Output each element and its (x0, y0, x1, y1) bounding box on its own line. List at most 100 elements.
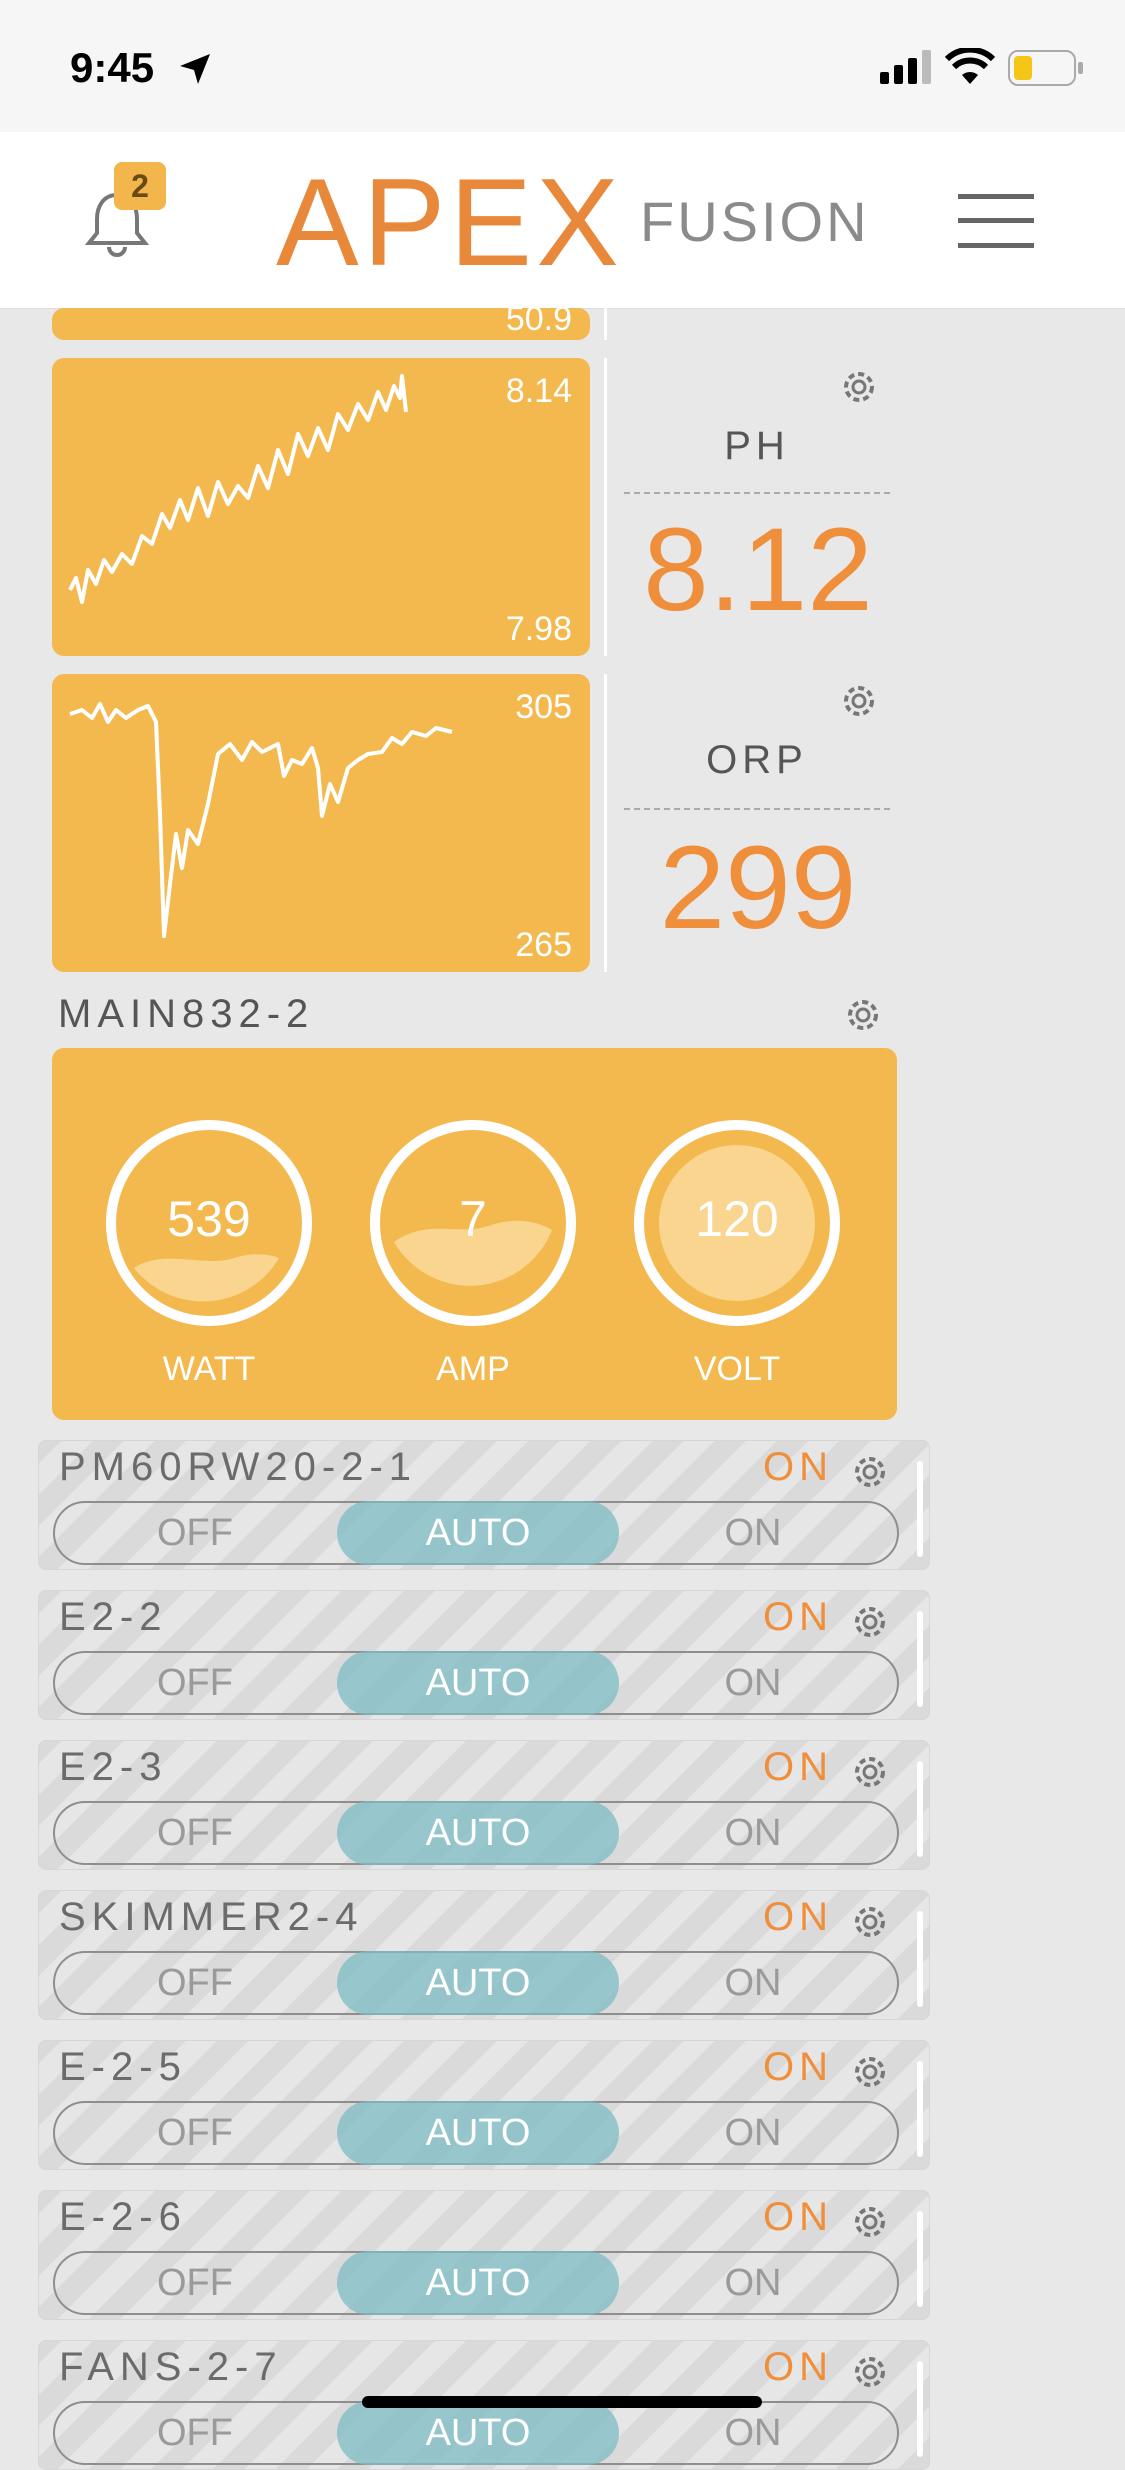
outlet-name: PM60RW20-2-1 (59, 1445, 418, 1489)
ph-divider (624, 492, 890, 494)
outlet-name: E2-3 (59, 1745, 168, 1789)
outlet-state: ON (763, 1445, 833, 1489)
outlet-name: E-2-5 (59, 2045, 187, 2089)
outlet-row: E-2-6 ON OFF AUTO ON (38, 2190, 930, 2320)
volt-gauge: 120 (632, 1118, 842, 1328)
outlet-mode-switch[interactable]: OFF AUTO ON (53, 1801, 899, 1865)
mode-on-option[interactable]: ON (673, 2251, 833, 2315)
outlet-scroll-handle (917, 2211, 923, 2307)
watt-value: 539 (167, 1191, 251, 1247)
mode-auto-option[interactable]: AUTO (337, 1651, 619, 1715)
mode-on-option[interactable]: ON (673, 1651, 833, 1715)
outlet-name: E2-2 (59, 1595, 168, 1639)
orp-trend-line (69, 702, 453, 938)
logo-fusion: FUSION (640, 190, 870, 253)
amp-label: AMP (436, 1350, 510, 1388)
mode-auto-option[interactable]: AUTO (337, 1951, 619, 2015)
logo-apex: APEX (276, 154, 623, 292)
outlet-row: E-2-5 ON OFF AUTO ON (38, 2040, 930, 2170)
volt-value: 120 (695, 1191, 779, 1247)
mode-on-option[interactable]: ON (673, 2101, 833, 2165)
outlet-scroll-handle (917, 1461, 923, 1557)
mode-auto-option[interactable]: AUTO (337, 2101, 619, 2165)
mode-off-option[interactable]: OFF (115, 1651, 275, 1715)
volt-label: VOLT (693, 1350, 781, 1388)
mode-off-option[interactable]: OFF (115, 2401, 275, 2465)
outlet-state: ON (763, 2045, 833, 2089)
outlet-settings-gear-icon[interactable] (849, 2201, 891, 2248)
wifi-icon (945, 48, 995, 84)
mode-on-option[interactable]: ON (673, 1951, 833, 2015)
outlet-settings-gear-icon[interactable] (849, 2051, 891, 2098)
outlet-name: E-2-6 (59, 2195, 187, 2239)
mode-on-option[interactable]: ON (673, 1801, 833, 1865)
outlet-mode-switch[interactable]: OFF AUTO ON (53, 1651, 899, 1715)
location-arrow-icon (180, 54, 210, 84)
ph-probe-value: 8.12 (643, 504, 873, 636)
mode-auto-option[interactable]: AUTO (337, 2251, 619, 2315)
ph-probe-name: PH (724, 424, 790, 468)
cellular-signal-icon (880, 50, 931, 84)
mode-auto-option[interactable]: AUTO (337, 1801, 619, 1865)
outlet-scroll-handle (917, 1911, 923, 2007)
orp-settings-gear-icon[interactable] (838, 680, 880, 722)
amp-value: 7 (459, 1191, 487, 1247)
energy-panel[interactable]: 539 WATT 7 AMP 120 VOLT (52, 1048, 897, 1420)
outlet-settings-gear-icon[interactable] (849, 2351, 891, 2398)
ph-settings-gear-icon[interactable] (838, 366, 880, 408)
mode-off-option[interactable]: OFF (115, 1801, 275, 1865)
divider (604, 358, 607, 656)
outlet-mode-switch[interactable]: OFF AUTO ON (53, 2251, 899, 2315)
outlet-state: ON (763, 1895, 833, 1939)
divider (604, 308, 607, 340)
watt-label: WATT (162, 1350, 256, 1388)
amp-gauge: 7 (368, 1118, 578, 1328)
energy-settings-gear-icon[interactable] (842, 994, 884, 1036)
energy-section-title: MAIN832-2 (58, 992, 315, 1036)
divider (604, 674, 607, 972)
outlet-scroll-handle (917, 2361, 923, 2457)
orp-probe-value: 299 (659, 822, 857, 954)
status-time: 9:45 (70, 44, 155, 91)
outlet-scroll-handle (917, 1761, 923, 1857)
mode-on-option[interactable]: ON (673, 2401, 833, 2465)
ph-trend-line (68, 374, 408, 604)
mode-auto-option[interactable]: AUTO (337, 2401, 619, 2465)
outlet-mode-switch[interactable]: OFF AUTO ON (53, 2101, 899, 2165)
ph-chart-tile[interactable]: 8.14 7.98 (52, 358, 590, 656)
outlet-state: ON (763, 2345, 833, 2389)
mode-off-option[interactable]: OFF (115, 2251, 275, 2315)
outlet-scroll-handle (917, 1611, 923, 1707)
mode-auto-option[interactable]: AUTO (337, 1501, 619, 1565)
battery-icon (1008, 50, 1083, 86)
watt-gauge: 539 (104, 1118, 314, 1328)
mode-on-option[interactable]: ON (673, 1501, 833, 1565)
mode-off-option[interactable]: OFF (115, 1501, 275, 1565)
outlet-settings-gear-icon[interactable] (849, 1451, 891, 1498)
outlet-mode-switch[interactable]: OFF AUTO ON (53, 1951, 899, 2015)
outlet-scroll-handle (917, 2061, 923, 2157)
home-indicator[interactable] (362, 2396, 762, 2408)
outlet-name: FANS-2-7 (59, 2345, 283, 2389)
notification-badge[interactable]: 2 (114, 162, 166, 210)
outlet-row: PM60RW20-2-1 ON OFF AUTO ON (38, 1440, 930, 1570)
outlet-row: SKIMMER2-4 ON OFF AUTO ON (38, 1890, 930, 2020)
outlet-mode-switch[interactable]: OFF AUTO ON (53, 1501, 899, 1565)
hamburger-menu-icon[interactable] (958, 192, 1034, 252)
outlet-state: ON (763, 1595, 833, 1639)
partial-probe-tile[interactable]: 50.9 (52, 308, 590, 340)
status-bar: 9:45 (0, 0, 1125, 132)
outlet-row: E2-3 ON OFF AUTO ON (38, 1740, 930, 1870)
chart-min-label: 50.9 (505, 308, 572, 338)
outlet-state: ON (763, 1745, 833, 1789)
outlet-settings-gear-icon[interactable] (849, 1751, 891, 1798)
outlet-settings-gear-icon[interactable] (849, 1601, 891, 1648)
outlet-state: ON (763, 2195, 833, 2239)
outlet-mode-switch[interactable]: OFF AUTO ON (53, 2401, 899, 2465)
mode-off-option[interactable]: OFF (115, 1951, 275, 2015)
mode-off-option[interactable]: OFF (115, 2101, 275, 2165)
outlet-name: SKIMMER2-4 (59, 1895, 364, 1939)
app-header: 2 APEX FUSION (0, 132, 1125, 309)
outlet-settings-gear-icon[interactable] (849, 1901, 891, 1948)
orp-chart-tile[interactable]: 305 265 (52, 674, 590, 972)
